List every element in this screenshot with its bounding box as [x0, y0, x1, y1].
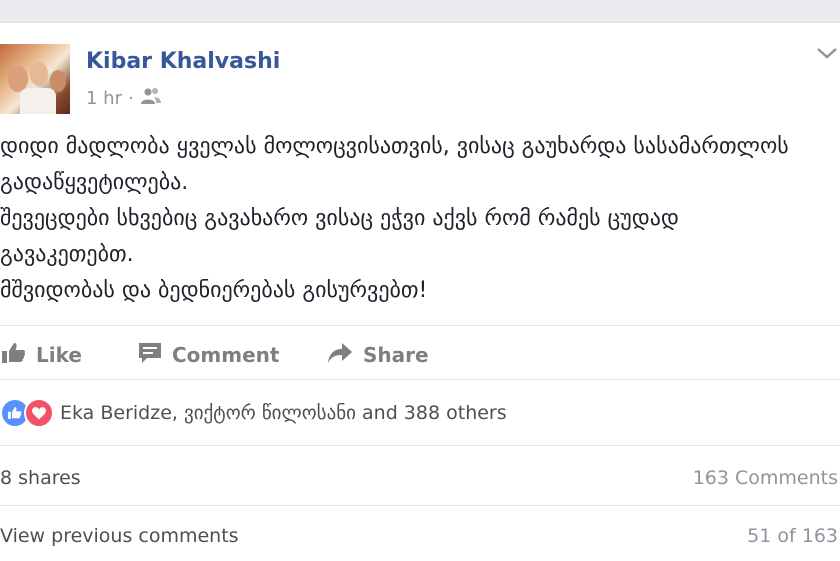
author-name[interactable]: Kibar Khalvashi	[86, 49, 280, 74]
author-avatar[interactable]	[0, 44, 70, 114]
meta-separator: ·	[127, 87, 134, 109]
post-meta: 1 hr ·	[86, 87, 162, 109]
reactions-summary[interactable]: Eka Beridze, ვიქტორ წილოსანი and 388 oth…	[0, 398, 507, 428]
divider	[0, 379, 840, 380]
share-arrow-icon	[327, 342, 353, 369]
friends-icon[interactable]	[140, 87, 162, 110]
comments-count[interactable]: 163 Comments	[693, 467, 838, 489]
reaction-names[interactable]: Eka Beridze, ვიქტორ წილოსანი and 388 oth…	[60, 402, 507, 424]
thumbs-up-icon	[2, 342, 26, 369]
chevron-down-icon[interactable]	[816, 45, 838, 65]
comment-label: Comment	[172, 343, 280, 367]
comment-icon	[138, 342, 162, 369]
avatar-face	[30, 62, 48, 86]
post-text-line: დიდი მადლობა ყველას მოლოცვისათვის, ვისაც…	[0, 134, 789, 159]
comments-pager: 51 of 163	[747, 525, 838, 547]
top-background	[0, 0, 840, 22]
view-previous-comments-link[interactable]: View previous comments	[0, 525, 239, 547]
avatar-shirt	[20, 88, 56, 114]
post-timestamp[interactable]: 1 hr	[86, 88, 122, 109]
like-label: Like	[36, 343, 82, 367]
share-button[interactable]: Share	[327, 327, 429, 383]
share-label: Share	[363, 343, 429, 367]
like-button[interactable]: Like	[2, 327, 82, 383]
shares-count[interactable]: 8 shares	[0, 467, 81, 489]
post-body: დიდი მადლობა ყველას მოლოცვისათვის, ვისაც…	[0, 129, 836, 309]
divider	[0, 445, 840, 446]
post-actions: Like Comment Share	[0, 327, 840, 383]
comment-button[interactable]: Comment	[138, 327, 279, 383]
divider	[0, 325, 840, 326]
divider	[0, 505, 840, 506]
post-card: Kibar Khalvashi 1 hr · დიდი მადლობა ყველ…	[0, 22, 840, 561]
post-text-line: მშვიდობას და ბედნიერებას გისურვებთ!	[0, 278, 428, 303]
post-text-line: გავაკეთებთ.	[0, 242, 134, 267]
post-text-line: გადაწყვეტილება.	[0, 170, 189, 195]
love-reaction-icon	[24, 398, 54, 428]
post-text-line: შევეცდები სხვებიც გავახარო ვისაც ეჭვი აქ…	[0, 206, 679, 231]
